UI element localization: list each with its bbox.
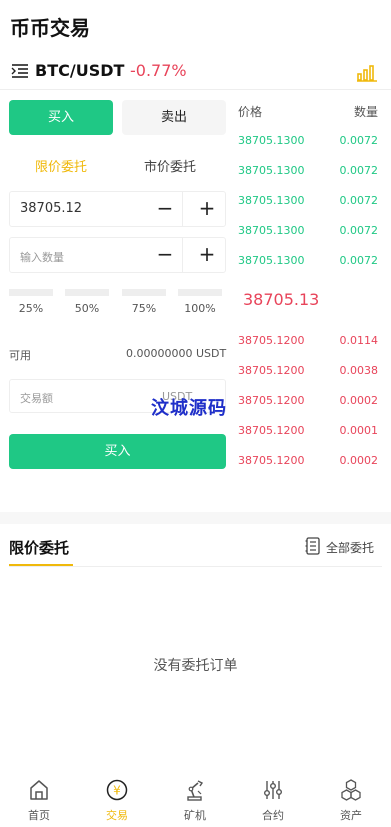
watermark: 汶城源码 <box>151 398 227 419</box>
tab-home[interactable]: 首页 <box>0 770 78 827</box>
ask-price[interactable]: 38705.1200 <box>238 364 304 377</box>
bid-price[interactable]: 38705.1300 <box>238 224 304 237</box>
price-input[interactable]: 38705.12 <box>20 201 82 216</box>
percent-label-25[interactable]: 25% <box>9 302 53 315</box>
tab-label: 矿机 <box>184 809 206 822</box>
bid-price[interactable]: 38705.1300 <box>238 254 304 267</box>
field-separator <box>182 238 183 272</box>
bid-qty: 0.0072 <box>339 254 379 267</box>
tab-label: 资产 <box>340 809 362 822</box>
ask-qty: 0.0002 <box>339 394 379 407</box>
sliders-icon <box>264 781 282 799</box>
bid-price[interactable]: 38705.1300 <box>238 134 304 147</box>
tab-assets[interactable]: 资产 <box>312 770 390 827</box>
orders-divider <box>9 566 382 567</box>
tab-mining[interactable]: 矿机 <box>156 770 234 827</box>
bid-qty: 0.0072 <box>339 194 379 207</box>
total-input[interactable]: 交易额 <box>20 390 53 406</box>
bid-qty: 0.0072 <box>339 224 379 237</box>
pair-change: -0.77% <box>130 61 187 80</box>
field-separator <box>182 192 183 226</box>
empty-orders-message: 没有委托订单 <box>153 658 238 674</box>
ask-price[interactable]: 38705.1200 <box>238 394 304 407</box>
orderbook-header-price: 价格 <box>238 105 263 119</box>
cubes-icon <box>341 779 361 801</box>
tab-label: 合约 <box>262 809 284 822</box>
ask-qty: 0.0114 <box>339 334 379 347</box>
price-plus-button[interactable]: + <box>190 192 224 226</box>
tab-contract[interactable]: 合约 <box>234 770 312 827</box>
amount-input[interactable]: 输入数量 <box>20 249 64 265</box>
bid-qty: 0.0072 <box>339 164 379 177</box>
tab-label: 交易 <box>106 809 128 822</box>
percent-bar-75[interactable] <box>122 289 166 296</box>
sell-tab[interactable]: 卖出 <box>122 100 226 135</box>
amount-field[interactable]: 输入数量 − + <box>9 237 226 273</box>
ask-qty: 0.0002 <box>339 454 379 467</box>
pair-name[interactable]: BTC/USDT <box>35 61 124 80</box>
tab-trade[interactable]: ¥ 交易 <box>78 770 156 827</box>
tab-label: 首页 <box>28 809 50 822</box>
page-title: 币币交易 <box>10 16 90 40</box>
percent-bar-100[interactable] <box>178 289 222 296</box>
robot-arm-icon <box>187 780 204 801</box>
price-minus-button[interactable]: − <box>148 192 182 226</box>
buy-tab[interactable]: 买入 <box>9 100 113 135</box>
yuan-coin-icon: ¥ <box>106 779 128 801</box>
pair-bar: BTC/USDT -0.77% <box>0 56 391 90</box>
last-price: 38705.13 <box>243 290 320 309</box>
amount-plus-button[interactable]: + <box>190 238 224 272</box>
submit-buy-button[interactable]: 买入 <box>9 434 226 469</box>
percent-label-75[interactable]: 75% <box>122 302 166 315</box>
ask-price[interactable]: 38705.1200 <box>238 334 304 347</box>
order-type-market[interactable]: 市价委托 <box>144 156 196 175</box>
orderbook-header-qty: 数量 <box>354 105 379 119</box>
bid-price[interactable]: 38705.1300 <box>238 194 304 207</box>
percent-bar-50[interactable] <box>65 289 109 296</box>
order-type-limit[interactable]: 限价委托 <box>35 156 87 175</box>
percent-label-100[interactable]: 100% <box>178 302 222 315</box>
price-field[interactable]: 38705.12 − + <box>9 191 226 227</box>
list-indent-icon[interactable] <box>11 62 29 80</box>
available-label: 可用 <box>9 349 31 362</box>
percent-bar-25[interactable] <box>9 289 53 296</box>
bid-price[interactable]: 38705.1300 <box>238 164 304 177</box>
svg-text:¥: ¥ <box>113 784 121 798</box>
ask-qty: 0.0001 <box>339 424 379 437</box>
bottom-tabbar: 首页 ¥ 交易 矿机 合约 资产 <box>0 770 391 827</box>
available-value: 0.00000000 USDT <box>126 347 227 360</box>
orders-title[interactable]: 限价委托 <box>9 537 69 558</box>
percent-label-50[interactable]: 50% <box>65 302 109 315</box>
home-icon <box>30 780 48 800</box>
ask-price[interactable]: 38705.1200 <box>238 424 304 437</box>
document-list-icon <box>305 537 320 555</box>
all-orders-label: 全部委托 <box>326 541 375 555</box>
ask-qty: 0.0038 <box>339 364 379 377</box>
amount-minus-button[interactable]: − <box>148 238 182 272</box>
bid-qty: 0.0072 <box>339 134 379 147</box>
bar-chart-icon[interactable] <box>356 60 378 82</box>
section-gap <box>0 512 391 524</box>
ask-price[interactable]: 38705.1200 <box>238 454 304 467</box>
